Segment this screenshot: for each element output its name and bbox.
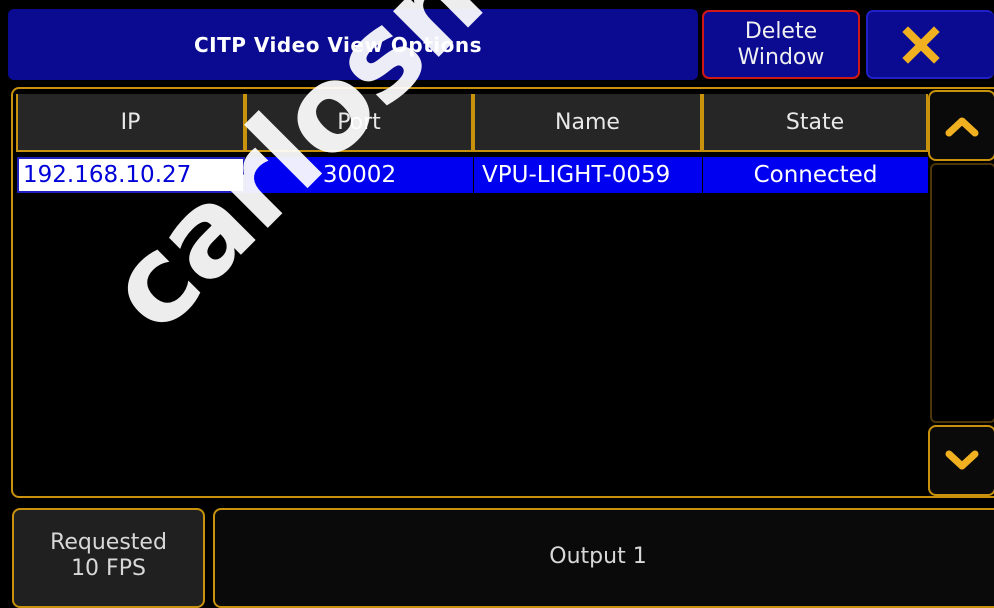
column-header-state[interactable]: State: [702, 94, 928, 152]
scroll-down-button[interactable]: [928, 425, 994, 496]
cell-port[interactable]: 30002: [246, 157, 473, 193]
cell-ip[interactable]: 192.168.10.27: [17, 157, 245, 193]
delete-window-button[interactable]: Delete Window: [702, 10, 860, 79]
column-header-ip[interactable]: IP: [16, 94, 245, 152]
output-selector-button[interactable]: Output 1: [213, 508, 994, 608]
scrollbar-track[interactable]: [930, 163, 994, 423]
column-header-port[interactable]: Port: [245, 94, 473, 152]
cell-name[interactable]: VPU-LIGHT-0059: [474, 157, 702, 193]
cell-state[interactable]: Connected: [703, 157, 928, 193]
column-header-name[interactable]: Name: [473, 94, 702, 152]
close-x-icon: [902, 25, 940, 64]
requested-label: Requested: [50, 530, 167, 555]
delete-window-label-line1: Delete: [744, 18, 818, 44]
window-title: CITP Video View Options: [193, 32, 483, 57]
output-label: Output 1: [549, 544, 647, 569]
fps-value: 10 FPS: [71, 556, 146, 581]
window-title-bar: CITP Video View Options: [8, 9, 698, 80]
scroll-up-button[interactable]: [928, 90, 994, 161]
close-button[interactable]: [866, 10, 994, 79]
chevron-up-icon: [945, 117, 979, 136]
delete-window-label-line2: Window: [737, 44, 825, 70]
citp-device-table: IP Port Name State 192.168.10.27 30002 V…: [11, 87, 994, 498]
chevron-down-icon: [945, 450, 979, 469]
requested-fps-button[interactable]: Requested 10 FPS: [12, 508, 205, 608]
